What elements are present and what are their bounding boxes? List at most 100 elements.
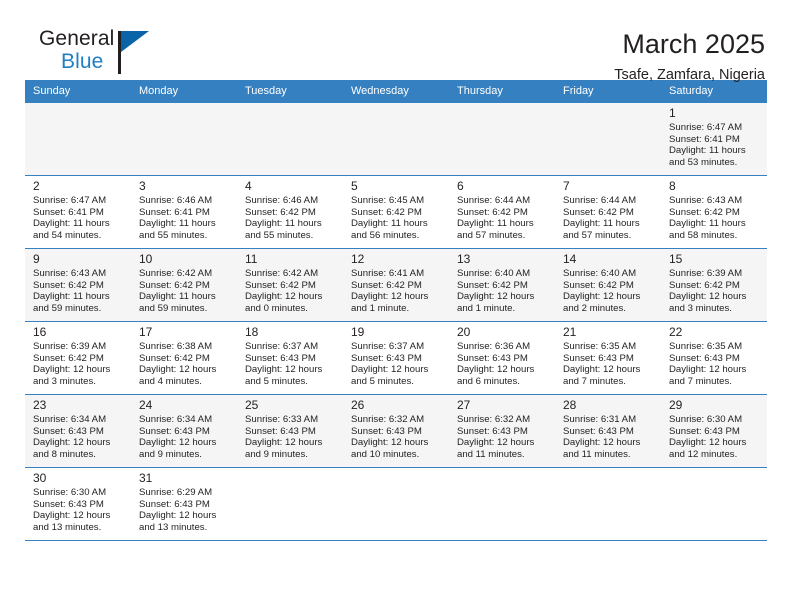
calendar-day-cell[interactable]: 27 Sunrise: 6:32 AM Sunset: 6:43 PM Dayli… <box>449 394 555 468</box>
sunrise-sunset-calendar: Sunday Monday Tuesday Wednesday Thursday… <box>25 80 767 541</box>
calendar-day-cell[interactable]: 24 Sunrise: 6:34 AM Sunset: 6:43 PM Dayli… <box>131 394 237 468</box>
day-number: 1 <box>669 106 676 120</box>
calendar-day-cell[interactable]: 17 Sunrise: 6:38 AM Sunset: 6:42 PM Dayli… <box>131 321 237 395</box>
day-number: 8 <box>669 179 676 193</box>
day-number: 26 <box>351 398 365 412</box>
weekday-header-wednesday: Wednesday <box>343 80 449 103</box>
day-cell-content: 20 Sunrise: 6:36 AM Sunset: 6:43 PM Dayli… <box>449 322 555 391</box>
calendar-empty-cell <box>449 467 555 541</box>
day-number: 17 <box>139 325 153 339</box>
day-sun-info: Sunrise: 6:30 AM Sunset: 6:43 PM Dayligh… <box>33 487 111 533</box>
day-cell-content: 22 Sunrise: 6:35 AM Sunset: 6:43 PM Dayli… <box>661 322 767 391</box>
day-cell-content: 16 Sunrise: 6:39 AM Sunset: 6:42 PM Dayli… <box>25 322 131 391</box>
calendar-day-cell[interactable]: 3 Sunrise: 6:46 AM Sunset: 6:41 PM Daylig… <box>131 175 237 249</box>
calendar-day-cell[interactable]: 23 Sunrise: 6:34 AM Sunset: 6:43 PM Dayli… <box>25 394 131 468</box>
day-sun-info: Sunrise: 6:47 AM Sunset: 6:41 PM Dayligh… <box>669 122 746 168</box>
calendar-empty-cell <box>661 467 767 541</box>
calendar-day-cell[interactable]: 22 Sunrise: 6:35 AM Sunset: 6:43 PM Dayli… <box>661 321 767 395</box>
calendar-day-cell[interactable]: 29 Sunrise: 6:30 AM Sunset: 6:43 PM Dayli… <box>661 394 767 468</box>
day-sun-info: Sunrise: 6:42 AM Sunset: 6:42 PM Dayligh… <box>245 268 323 314</box>
day-cell-content: 12 Sunrise: 6:41 AM Sunset: 6:42 PM Dayli… <box>343 249 449 318</box>
day-number: 7 <box>563 179 570 193</box>
day-cell-content: 23 Sunrise: 6:34 AM Sunset: 6:43 PM Dayli… <box>25 395 131 464</box>
day-cell-content: 10 Sunrise: 6:42 AM Sunset: 6:42 PM Dayli… <box>131 249 237 318</box>
calendar-day-cell[interactable]: 30 Sunrise: 6:30 AM Sunset: 6:43 PM Dayli… <box>25 467 131 541</box>
day-number: 10 <box>139 252 153 266</box>
day-cell-content: 9 Sunrise: 6:43 AM Sunset: 6:42 PM Daylig… <box>25 249 131 318</box>
day-cell-content: 3 Sunrise: 6:46 AM Sunset: 6:41 PM Daylig… <box>131 176 237 245</box>
calendar-day-cell[interactable]: 9 Sunrise: 6:43 AM Sunset: 6:42 PM Daylig… <box>25 248 131 322</box>
weekday-header-thursday: Thursday <box>449 80 555 103</box>
day-number: 5 <box>351 179 358 193</box>
calendar-empty-cell <box>449 102 555 176</box>
calendar-day-cell[interactable]: 7 Sunrise: 6:44 AM Sunset: 6:42 PM Daylig… <box>555 175 661 249</box>
day-number: 23 <box>33 398 47 412</box>
day-cell-content: 26 Sunrise: 6:32 AM Sunset: 6:43 PM Dayli… <box>343 395 449 464</box>
day-sun-info: Sunrise: 6:32 AM Sunset: 6:43 PM Dayligh… <box>457 414 535 460</box>
day-sun-info: Sunrise: 6:39 AM Sunset: 6:42 PM Dayligh… <box>33 341 111 387</box>
calendar-day-cell[interactable]: 5 Sunrise: 6:45 AM Sunset: 6:42 PM Daylig… <box>343 175 449 249</box>
day-number: 9 <box>33 252 40 266</box>
calendar-day-cell[interactable]: 25 Sunrise: 6:33 AM Sunset: 6:43 PM Dayli… <box>237 394 343 468</box>
calendar-empty-cell <box>343 467 449 541</box>
general-blue-logo[interactable]: General Blue <box>25 28 165 80</box>
calendar-day-cell[interactable]: 4 Sunrise: 6:46 AM Sunset: 6:42 PM Daylig… <box>237 175 343 249</box>
day-cell-content: 21 Sunrise: 6:35 AM Sunset: 6:43 PM Dayli… <box>555 322 661 391</box>
calendar-day-cell[interactable]: 19 Sunrise: 6:37 AM Sunset: 6:43 PM Dayli… <box>343 321 449 395</box>
calendar-empty-cell <box>343 102 449 176</box>
day-sun-info: Sunrise: 6:46 AM Sunset: 6:41 PM Dayligh… <box>139 195 216 241</box>
calendar-empty-cell <box>25 102 131 176</box>
calendar-week-row: 16 Sunrise: 6:39 AM Sunset: 6:42 PM Dayli… <box>25 321 767 395</box>
calendar-day-cell[interactable]: 8 Sunrise: 6:43 AM Sunset: 6:42 PM Daylig… <box>661 175 767 249</box>
calendar-week-row: 9 Sunrise: 6:43 AM Sunset: 6:42 PM Daylig… <box>25 248 767 322</box>
calendar-day-cell[interactable]: 31 Sunrise: 6:29 AM Sunset: 6:43 PM Dayli… <box>131 467 237 541</box>
logo-text-blue: Blue <box>61 50 104 73</box>
calendar-day-cell[interactable]: 11 Sunrise: 6:42 AM Sunset: 6:42 PM Dayli… <box>237 248 343 322</box>
page-title: March 2025 <box>622 29 765 59</box>
calendar-empty-cell <box>555 467 661 541</box>
calendar-day-cell[interactable]: 21 Sunrise: 6:35 AM Sunset: 6:43 PM Dayli… <box>555 321 661 395</box>
weekday-header-tuesday: Tuesday <box>237 80 343 103</box>
day-sun-info: Sunrise: 6:35 AM Sunset: 6:43 PM Dayligh… <box>563 341 641 387</box>
calendar-day-cell[interactable]: 13 Sunrise: 6:40 AM Sunset: 6:42 PM Dayli… <box>449 248 555 322</box>
day-number: 30 <box>33 471 47 485</box>
day-sun-info: Sunrise: 6:34 AM Sunset: 6:43 PM Dayligh… <box>139 414 217 460</box>
weekday-header-monday: Monday <box>131 80 237 103</box>
day-number: 29 <box>669 398 683 412</box>
calendar-day-cell[interactable]: 15 Sunrise: 6:39 AM Sunset: 6:42 PM Dayli… <box>661 248 767 322</box>
calendar-day-cell[interactable]: 12 Sunrise: 6:41 AM Sunset: 6:42 PM Dayli… <box>343 248 449 322</box>
day-number: 14 <box>563 252 577 266</box>
day-number: 22 <box>669 325 683 339</box>
day-sun-info: Sunrise: 6:39 AM Sunset: 6:42 PM Dayligh… <box>669 268 747 314</box>
day-number: 24 <box>139 398 153 412</box>
calendar-empty-cell <box>555 102 661 176</box>
calendar-day-cell[interactable]: 18 Sunrise: 6:37 AM Sunset: 6:43 PM Dayli… <box>237 321 343 395</box>
day-cell-content: 31 Sunrise: 6:29 AM Sunset: 6:43 PM Dayli… <box>131 468 237 537</box>
calendar-day-cell[interactable]: 10 Sunrise: 6:42 AM Sunset: 6:42 PM Dayli… <box>131 248 237 322</box>
day-number: 12 <box>351 252 365 266</box>
day-cell-content: 28 Sunrise: 6:31 AM Sunset: 6:43 PM Dayli… <box>555 395 661 464</box>
calendar-day-cell[interactable]: 20 Sunrise: 6:36 AM Sunset: 6:43 PM Dayli… <box>449 321 555 395</box>
calendar-day-cell[interactable]: 28 Sunrise: 6:31 AM Sunset: 6:43 PM Dayli… <box>555 394 661 468</box>
day-sun-info: Sunrise: 6:44 AM Sunset: 6:42 PM Dayligh… <box>457 195 534 241</box>
day-number: 19 <box>351 325 365 339</box>
calendar-empty-cell <box>237 467 343 541</box>
day-cell-content: 15 Sunrise: 6:39 AM Sunset: 6:42 PM Dayli… <box>661 249 767 318</box>
day-sun-info: Sunrise: 6:29 AM Sunset: 6:43 PM Dayligh… <box>139 487 217 533</box>
calendar-day-cell[interactable]: 14 Sunrise: 6:40 AM Sunset: 6:42 PM Dayli… <box>555 248 661 322</box>
day-sun-info: Sunrise: 6:30 AM Sunset: 6:43 PM Dayligh… <box>669 414 747 460</box>
calendar-day-cell[interactable]: 6 Sunrise: 6:44 AM Sunset: 6:42 PM Daylig… <box>449 175 555 249</box>
day-cell-content: 13 Sunrise: 6:40 AM Sunset: 6:42 PM Dayli… <box>449 249 555 318</box>
day-cell-content: 19 Sunrise: 6:37 AM Sunset: 6:43 PM Dayli… <box>343 322 449 391</box>
calendar-week-row: 1 Sunrise: 6:47 AM Sunset: 6:41 PM Daylig… <box>25 102 767 176</box>
day-number: 13 <box>457 252 471 266</box>
calendar-day-cell[interactable]: 1 Sunrise: 6:47 AM Sunset: 6:41 PM Daylig… <box>661 102 767 176</box>
calendar-day-cell[interactable]: 16 Sunrise: 6:39 AM Sunset: 6:42 PM Dayli… <box>25 321 131 395</box>
day-cell-content: 29 Sunrise: 6:30 AM Sunset: 6:43 PM Dayli… <box>661 395 767 464</box>
location-subtitle: Tsafe, Zamfara, Nigeria <box>614 67 765 83</box>
calendar-day-cell[interactable]: 2 Sunrise: 6:47 AM Sunset: 6:41 PM Daylig… <box>25 175 131 249</box>
day-number: 25 <box>245 398 259 412</box>
calendar-day-cell[interactable]: 26 Sunrise: 6:32 AM Sunset: 6:43 PM Dayli… <box>343 394 449 468</box>
calendar-page: General Blue March 2025 Tsafe, Zamfara, … <box>0 0 792 612</box>
day-cell-content: 27 Sunrise: 6:32 AM Sunset: 6:43 PM Dayli… <box>449 395 555 464</box>
